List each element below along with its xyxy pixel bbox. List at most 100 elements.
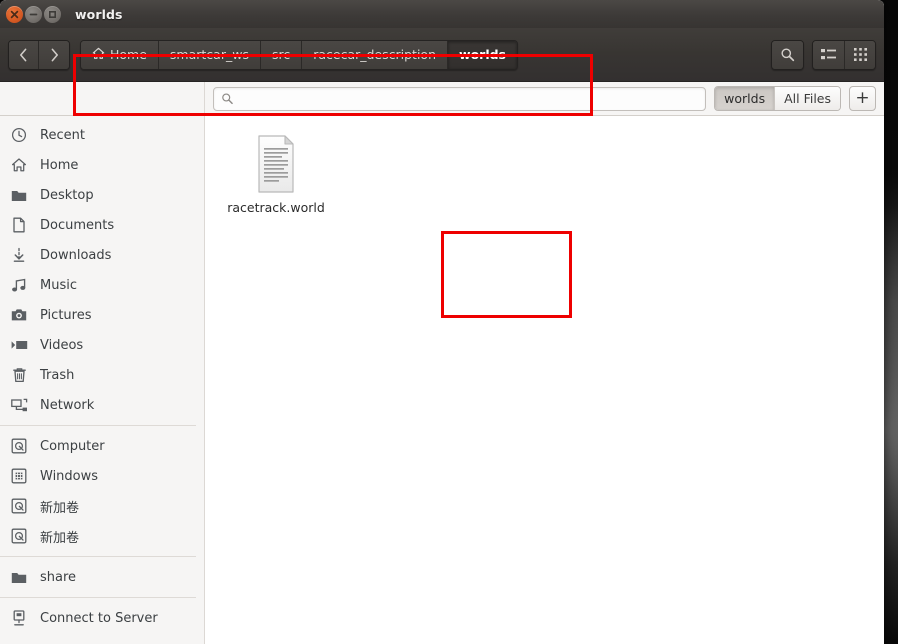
sidebar-header-spacer <box>8 82 205 115</box>
window-body: Recent Home Desktop Documents Downloads … <box>0 116 884 644</box>
sidebar-item-label: Recent <box>40 127 85 143</box>
breadcrumb-label: smartcar_ws <box>169 47 249 62</box>
network-icon <box>10 396 28 414</box>
folder-icon <box>10 568 28 586</box>
sidebar-item-label: 新加卷 <box>40 500 80 516</box>
home-icon <box>92 47 105 63</box>
camera-icon <box>10 306 28 324</box>
sidebar-item-label: Desktop <box>40 187 94 203</box>
sidebar-item-home[interactable]: Home <box>0 150 204 180</box>
list-view-icon <box>821 49 836 60</box>
chevron-right-icon <box>51 48 58 61</box>
sidebar-item-label: Connect to Server <box>40 610 158 626</box>
sidebar-item-desktop[interactable]: Desktop <box>0 180 204 210</box>
sidebar-item-windows[interactable]: Windows <box>0 461 204 491</box>
windows-drive-icon <box>10 467 28 485</box>
sidebar-item-label: Network <box>40 397 95 413</box>
search-row: worlds All Files + <box>0 82 884 116</box>
maximize-icon <box>48 10 57 18</box>
new-tab-button[interactable]: + <box>849 86 876 111</box>
sidebar-item-new-volume-1[interactable]: 新加卷 <box>0 491 204 521</box>
sidebar-item-computer[interactable]: Computer <box>0 431 204 461</box>
file-grid: racetrack.world <box>205 116 884 223</box>
file-manager-window: worlds Home smartcar_ws src racecar_desc… <box>0 0 884 644</box>
minimize-icon <box>29 13 38 15</box>
text-document-icon <box>252 134 300 194</box>
titlebar: worlds <box>0 0 884 28</box>
forward-button[interactable] <box>39 40 69 69</box>
list-view-button[interactable] <box>813 40 845 69</box>
sidebar-item-trash[interactable]: Trash <box>0 360 204 390</box>
search-icon <box>781 48 795 62</box>
toolbar: Home smartcar_ws src racecar_description… <box>0 28 884 116</box>
sidebar-separator <box>0 425 196 426</box>
sidebar-item-music[interactable]: Music <box>0 270 204 300</box>
sidebar-separator <box>0 597 196 598</box>
maximize-window-button[interactable] <box>44 5 61 23</box>
grid-view-button[interactable] <box>845 40 875 69</box>
drive-icon <box>10 527 28 545</box>
sidebar-item-network[interactable]: Network <box>0 390 204 420</box>
breadcrumb-item-worlds[interactable]: worlds <box>448 40 517 69</box>
drive-icon <box>10 497 28 515</box>
sidebar-item-videos[interactable]: Videos <box>0 330 204 360</box>
navigation-buttons <box>8 39 70 70</box>
search-field[interactable] <box>213 86 707 111</box>
breadcrumb-item-racecar-description[interactable]: racecar_description <box>302 40 449 69</box>
tab-worlds[interactable]: worlds <box>715 87 776 110</box>
document-icon <box>10 216 28 234</box>
search-input[interactable] <box>239 91 699 106</box>
back-button[interactable] <box>9 40 39 69</box>
sidebar-item-downloads[interactable]: Downloads <box>0 240 204 270</box>
tab-all-files[interactable]: All Files <box>775 87 840 110</box>
sidebar-item-label: Home <box>40 157 79 173</box>
search-button-group <box>771 39 804 70</box>
close-window-button[interactable] <box>6 5 23 23</box>
toolbar-right-buttons <box>771 39 876 70</box>
breadcrumb-item-home[interactable]: Home <box>81 40 159 69</box>
sidebar-item-pictures[interactable]: Pictures <box>0 300 204 330</box>
sidebar-item-label: share <box>40 569 77 585</box>
sidebar-item-connect-to-server[interactable]: Connect to Server <box>0 603 204 633</box>
breadcrumb: Home smartcar_ws src racecar_description… <box>80 39 518 70</box>
download-icon <box>10 246 28 264</box>
sidebar: Recent Home Desktop Documents Downloads … <box>0 116 205 644</box>
file-item-racetrack-world[interactable]: racetrack.world <box>217 126 335 223</box>
grid-view-icon <box>853 48 867 61</box>
video-icon <box>10 336 28 354</box>
sidebar-item-label: Music <box>40 277 77 293</box>
sidebar-item-documents[interactable]: Documents <box>0 210 204 240</box>
sidebar-item-label: Downloads <box>40 247 112 263</box>
search-icon <box>222 93 233 105</box>
file-name-label: racetrack.world <box>227 200 325 215</box>
trash-icon <box>10 366 28 384</box>
sidebar-item-label: Videos <box>40 337 84 353</box>
home-icon <box>10 156 28 174</box>
breadcrumb-label: worlds <box>459 47 506 62</box>
sidebar-item-label: Pictures <box>40 307 92 323</box>
drive-icon <box>10 437 28 455</box>
minimize-window-button[interactable] <box>25 5 42 23</box>
chevron-left-icon <box>20 48 27 61</box>
sidebar-item-label: Documents <box>40 217 115 233</box>
search-toggle-button[interactable] <box>772 40 803 69</box>
clock-icon <box>10 126 28 144</box>
sidebar-item-share[interactable]: share <box>0 562 204 592</box>
file-list-area[interactable]: racetrack.world <box>205 116 884 644</box>
sidebar-item-recent[interactable]: Recent <box>0 120 204 150</box>
music-icon <box>10 276 28 294</box>
folder-icon <box>10 186 28 204</box>
sidebar-item-label: Trash <box>40 367 75 383</box>
sidebar-item-label: Windows <box>40 468 99 484</box>
window-title: worlds <box>75 6 123 22</box>
breadcrumb-label: src <box>271 47 291 62</box>
sidebar-item-new-volume-2[interactable]: 新加卷 <box>0 521 204 551</box>
breadcrumb-item-smartcar-ws[interactable]: smartcar_ws <box>158 40 261 69</box>
server-icon <box>10 609 28 627</box>
view-mode-buttons <box>812 39 876 70</box>
close-icon <box>10 10 19 18</box>
breadcrumb-item-src[interactable]: src <box>260 40 303 69</box>
tab-group: worlds All Files <box>714 86 841 111</box>
sidebar-separator <box>0 556 196 557</box>
file-highlight-annotation <box>441 231 572 318</box>
